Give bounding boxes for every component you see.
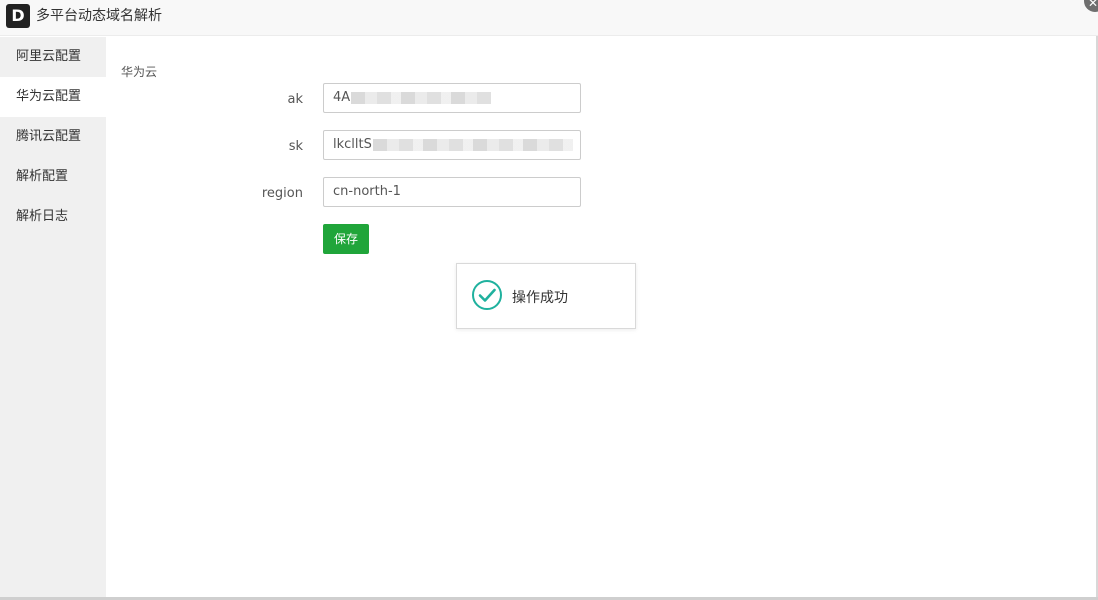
success-toast: 操作成功 — [456, 263, 636, 329]
sidebar-item-label: 腾讯云配置 — [16, 129, 82, 144]
ak-label: ak — [287, 92, 304, 107]
save-button[interactable]: 保存 — [323, 224, 369, 254]
main-panel: 华为云 ak 4A sk lkclltS region cn-north-1 保… — [106, 37, 1098, 600]
sidebar-item-resolve-log[interactable]: 解析日志 — [0, 197, 106, 237]
sidebar-item-label: 华为云配置 — [16, 89, 82, 104]
app-logo: D — [6, 4, 30, 28]
sidebar-item-aliyun[interactable]: 阿里云配置 — [0, 37, 106, 77]
sidebar-item-label: 解析配置 — [16, 169, 69, 184]
sidebar-item-resolve-config[interactable]: 解析配置 — [0, 157, 106, 197]
sidebar: 阿里云配置 华为云配置 腾讯云配置 解析配置 解析日志 — [0, 37, 106, 600]
sk-value: lkclltS — [333, 137, 372, 152]
region-field[interactable]: cn-north-1 — [323, 177, 581, 207]
toast-message: 操作成功 — [512, 290, 568, 306]
region-label: region — [261, 186, 303, 201]
sidebar-item-huaweicloud[interactable]: 华为云配置 — [0, 77, 106, 117]
app-title: 多平台动态域名解析 — [36, 8, 162, 24]
ak-field[interactable]: 4A — [323, 83, 581, 113]
sidebar-item-label: 阿里云配置 — [16, 49, 82, 64]
sk-field[interactable]: lkclltS — [323, 130, 581, 160]
sk-label: sk — [288, 139, 303, 154]
section-title: 华为云 — [121, 65, 158, 79]
ak-value: 4A — [333, 90, 351, 105]
redacted-mask — [351, 91, 492, 104]
title-bar: D 多平台动态域名解析 — [0, 0, 1098, 36]
redacted-mask — [372, 138, 573, 151]
sidebar-item-tencentcloud[interactable]: 腾讯云配置 — [0, 117, 106, 157]
check-circle-icon — [472, 280, 502, 310]
sidebar-item-label: 解析日志 — [16, 209, 69, 224]
